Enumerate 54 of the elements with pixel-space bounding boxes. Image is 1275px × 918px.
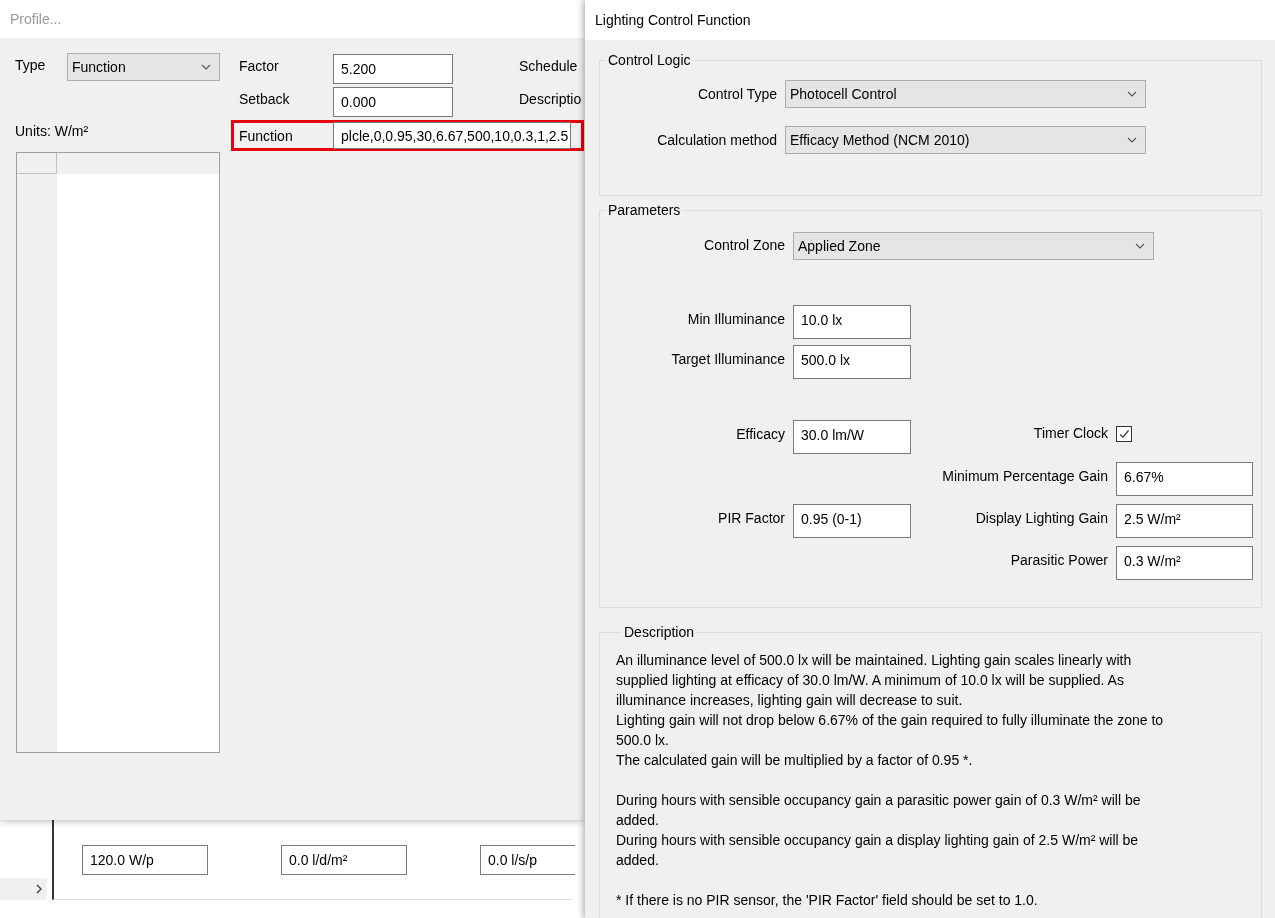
input-field[interactable]: 0.95 (0-1): [793, 504, 911, 538]
field-label: Min Illuminance: [686, 310, 785, 327]
input-field[interactable]: 500.0 lx: [793, 345, 911, 379]
caret-icon: [1127, 137, 1137, 143]
field-label: Control Type: [696, 86, 777, 102]
group-title: Description: [623, 624, 696, 640]
input-field[interactable]: 10.0 lx: [793, 305, 911, 339]
input-field[interactable]: 0.0 l/d/m²: [281, 845, 407, 875]
input-field[interactable]: 0.0 l/s/p: [480, 845, 575, 875]
field-label: Parasitic Power: [1009, 551, 1108, 568]
units-label: Units: W/m²: [15, 123, 90, 139]
input-field[interactable]: 0.000: [333, 86, 453, 117]
field-label: Calculation method: [656, 132, 777, 148]
field-label: Setback: [239, 91, 291, 107]
caret-icon: [1135, 243, 1145, 249]
field-label: Function: [239, 127, 294, 144]
description-text: The calculated gain will be multiplied by a factor of 0.95 *.: [616, 751, 974, 770]
chevron-right-icon[interactable]: [36, 884, 42, 894]
caret-icon: [1127, 91, 1137, 97]
field-label: Display Lighting Gain: [974, 509, 1108, 526]
dropdown[interactable]: Efficacy Method (NCM 2010): [785, 126, 1146, 154]
field-label: Control Zone: [703, 236, 785, 253]
input-field[interactable]: 120.0 W/p: [82, 845, 208, 875]
input-field[interactable]: 0.3 W/m²: [1116, 546, 1253, 580]
field-label: Target Illuminance: [670, 350, 785, 367]
window-title: Profile...: [0, 0, 585, 38]
type-label: Type: [15, 57, 47, 73]
caret-icon: [201, 64, 211, 70]
input-field[interactable]: 5.200: [333, 53, 453, 84]
description-text: Lighting gain will not drop below 6.67% of the gain required to fully illuminate the zone to 500.0 lx.: [616, 711, 1164, 750]
description-text: During hours with sensible occupancy gain a display lighting gain of 2.5 W/m² will be added.: [616, 831, 1140, 870]
field-label: Timer Clock: [1032, 424, 1108, 441]
scroll-bar[interactable]: [0, 878, 47, 900]
field-label: PIR Factor: [717, 509, 785, 526]
field-label: Minimum Percentage Gain: [941, 467, 1108, 484]
description-text: During hours with sensible occupancy gain a parasitic power gain of 0.3 W/m² will be added.: [616, 791, 1142, 830]
dropdown[interactable]: Photocell Control: [785, 80, 1146, 108]
checkbox[interactable]: [1116, 426, 1132, 442]
window-title: Lighting Control Function: [585, 0, 1275, 40]
input-field[interactable]: 6.67%: [1116, 462, 1253, 496]
input-field[interactable]: 30.0 lm/W: [793, 420, 911, 454]
group-title: Parameters: [607, 202, 682, 218]
group-title: Control Logic: [607, 52, 692, 68]
field-label: Efficacy: [735, 425, 785, 442]
dropdown[interactable]: Applied Zone: [793, 232, 1154, 260]
field-label: Descriptio: [519, 91, 582, 107]
checkmark-icon: [1118, 428, 1130, 440]
dropdown[interactable]: Function: [67, 53, 220, 81]
input-field[interactable]: 2.5 W/m²: [1116, 504, 1253, 538]
description-text: * If there is no PIR sensor, the 'PIR Factor' field should be set to 1.0.: [616, 891, 1039, 910]
description-text: An illuminance level of 500.0 lx will be maintained. Lighting gain scales linearly with supplied lighting at efficacy of 30.0 lm/W. A minimum of 10.0 lx will be supplied. As illuminance increases, lighting gain will decrease to suit.: [616, 651, 1133, 710]
input-field[interactable]: plcle,0,0.95,30,6.67,500,10,0.3,1,2.5: [333, 122, 571, 149]
field-label: Schedule: [519, 58, 578, 74]
field-label: Factor: [239, 58, 280, 74]
